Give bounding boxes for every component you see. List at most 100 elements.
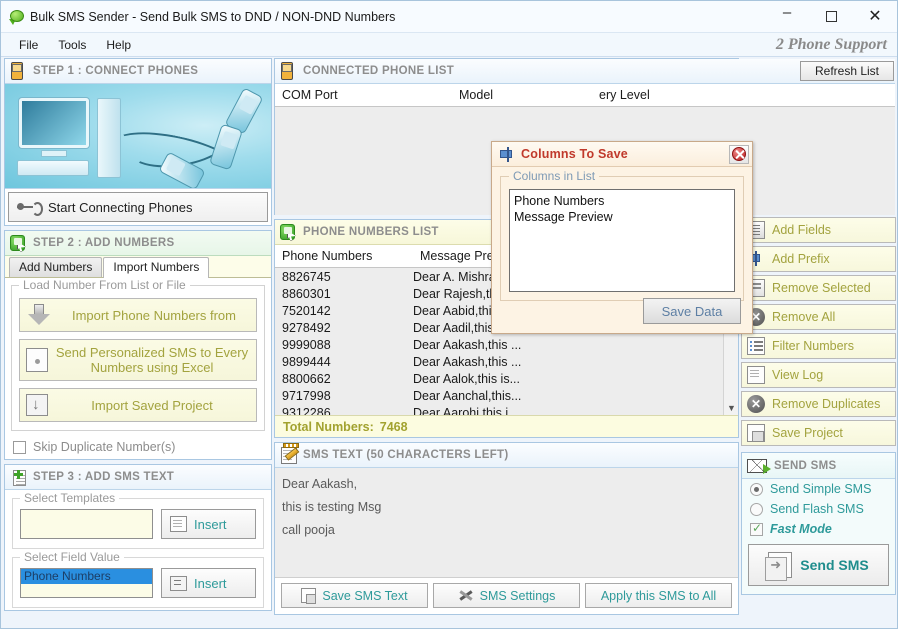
menu-item-tools[interactable]: Tools bbox=[48, 36, 96, 54]
select-templates-legend: Select Templates bbox=[20, 491, 120, 505]
button-label: Remove Duplicates bbox=[772, 397, 881, 411]
sms-settings-label: SMS Settings bbox=[479, 588, 556, 603]
maximize-icon bbox=[825, 10, 837, 22]
phone-numbers-list-title: PHONE NUMBERS LIST bbox=[303, 226, 439, 238]
right-column: Add Fields Add Prefix Remove Selected ✕ Remo… bbox=[741, 58, 896, 595]
view-log-button[interactable]: View Log bbox=[741, 362, 896, 388]
insert-template-icon bbox=[170, 516, 187, 532]
sms-settings-button[interactable]: SMS Settings bbox=[433, 583, 580, 608]
fast-mode-label: Fast Mode bbox=[770, 522, 832, 536]
notepad-pencil-icon bbox=[279, 442, 299, 465]
sms-text-line: Dear Aakash, bbox=[282, 477, 358, 491]
save-data-button[interactable]: Save Data bbox=[643, 298, 741, 324]
send-sms-title: SEND SMS bbox=[774, 459, 837, 472]
sms-text-area[interactable]: Dear Aakash, this is testing Msg call po… bbox=[275, 468, 738, 578]
insert-template-button[interactable]: Insert bbox=[161, 509, 256, 539]
filter-numbers-button[interactable]: Filter Numbers bbox=[741, 333, 896, 359]
column-phone-numbers[interactable]: Phone Numbers bbox=[275, 249, 413, 263]
brand-label: 2 Phone Support bbox=[775, 35, 887, 53]
start-connecting-phones-button[interactable]: Start Connecting Phones bbox=[8, 192, 268, 222]
sms-text-line: this is testing Msg bbox=[282, 500, 382, 514]
send-flash-sms-option[interactable]: Send Flash SMS bbox=[742, 499, 895, 519]
step1-header: STEP 1 : CONNECT PHONES bbox=[5, 59, 271, 84]
open-project-icon bbox=[26, 394, 48, 416]
fast-mode-checkbox[interactable] bbox=[750, 521, 763, 536]
scroll-down-arrow[interactable]: ▼ bbox=[724, 400, 738, 415]
fast-mode-option[interactable]: Fast Mode bbox=[742, 519, 895, 539]
save-project-button[interactable]: Save Project bbox=[741, 420, 896, 446]
remove-duplicates-icon: ✕ bbox=[747, 395, 765, 413]
load-numbers-legend: Load Number From List or File bbox=[19, 278, 190, 292]
table-row[interactable]: 9312286 Dear Aarohi,this i... bbox=[275, 404, 738, 416]
dialog-close-button[interactable] bbox=[729, 144, 749, 164]
total-numbers-value: 7468 bbox=[379, 419, 408, 434]
cell-phone-number: 9278492 bbox=[282, 320, 331, 335]
maximize-button[interactable] bbox=[809, 1, 853, 32]
close-button[interactable]: ✕ bbox=[853, 1, 897, 32]
add-prefix-button[interactable]: Add Prefix bbox=[741, 246, 896, 272]
cell-phone-number: 8800662 bbox=[282, 371, 331, 386]
send-sms-header: SEND SMS bbox=[742, 453, 895, 479]
green-phone-cursor-icon bbox=[279, 223, 297, 242]
send-sms-button[interactable]: Send SMS bbox=[748, 544, 889, 586]
remove-duplicates-button[interactable]: ✕ Remove Duplicates bbox=[741, 391, 896, 417]
import-phone-numbers-button[interactable]: Import Phone Numbers from bbox=[19, 298, 257, 332]
cell-phone-number: 7520142 bbox=[282, 303, 331, 318]
add-fields-button[interactable]: Add Fields bbox=[741, 217, 896, 243]
import-saved-project-button[interactable]: Import Saved Project bbox=[19, 388, 257, 422]
remove-all-button[interactable]: ✕ Remove All bbox=[741, 304, 896, 330]
save-icon bbox=[301, 588, 317, 604]
cell-message-preview: Dear Aakash,this ... bbox=[413, 354, 522, 369]
send-flash-sms-radio[interactable] bbox=[750, 502, 763, 516]
minimize-icon: – bbox=[782, 3, 792, 21]
import-saved-project-label: Import Saved Project bbox=[91, 397, 213, 413]
tab-add-numbers[interactable]: Add Numbers bbox=[9, 257, 103, 277]
insert-field-button[interactable]: Insert bbox=[161, 568, 256, 598]
menu-item-help[interactable]: Help bbox=[96, 36, 141, 54]
column-model[interactable]: Model bbox=[452, 88, 592, 102]
send-simple-sms-radio[interactable] bbox=[750, 482, 763, 496]
skip-duplicate-row[interactable]: Skip Duplicate Number(s) bbox=[5, 435, 271, 459]
table-row[interactable]: 9999088 Dear Aakash,this ... bbox=[275, 336, 738, 353]
select-field-value-group: Select Field Value Phone Numbers Insert bbox=[12, 550, 264, 608]
import-phone-numbers-label: Import Phone Numbers from bbox=[71, 307, 236, 323]
cell-phone-number: 8826745 bbox=[282, 269, 331, 284]
table-row[interactable]: 9899444 Dear Aakash,this ... bbox=[275, 353, 738, 370]
skip-duplicate-checkbox[interactable] bbox=[13, 440, 26, 454]
template-input[interactable] bbox=[20, 509, 153, 539]
number-tools-buttons: Add Fields Add Prefix Remove Selected ✕ Remo… bbox=[741, 217, 896, 446]
save-sms-text-button[interactable]: Save SMS Text bbox=[281, 583, 428, 608]
list-item[interactable]: Message Preview bbox=[514, 209, 730, 225]
add-document-icon bbox=[9, 468, 27, 487]
tab-import-numbers[interactable]: Import Numbers bbox=[103, 257, 210, 278]
menu-bar: File Tools Help 2 Phone Support bbox=[1, 33, 897, 57]
connected-phone-list-title: CONNECTED PHONE LIST bbox=[303, 65, 455, 77]
table-row[interactable]: 9717998 Dear Aanchal,this... bbox=[275, 387, 738, 404]
send-document-icon bbox=[765, 552, 793, 581]
table-row[interactable]: 8800662 Dear Aalok,this is... bbox=[275, 370, 738, 387]
step3-header: STEP 3 : ADD SMS TEXT bbox=[5, 465, 271, 490]
minimize-button[interactable]: – bbox=[765, 1, 809, 32]
field-value-list[interactable]: Phone Numbers bbox=[20, 568, 153, 598]
cell-message-preview: Dear Aakash,this ... bbox=[413, 337, 522, 352]
send-sms-panel: SEND SMS Send Simple SMS Send Flash SMS … bbox=[741, 452, 896, 595]
save-sms-text-label: Save SMS Text bbox=[322, 588, 408, 603]
skip-duplicate-label: Skip Duplicate Number(s) bbox=[33, 440, 176, 454]
send-flash-sms-label: Send Flash SMS bbox=[770, 502, 864, 516]
cell-phone-number: 8860301 bbox=[282, 286, 331, 301]
mobile-phone-icon bbox=[9, 61, 27, 81]
apply-sms-to-all-button[interactable]: Apply this SMS to All bbox=[585, 583, 732, 608]
send-personalized-sms-button[interactable]: Send Personalized SMS to Every Numbers u… bbox=[19, 339, 257, 381]
step2-header: STEP 2 : ADD NUMBERS bbox=[5, 231, 271, 256]
column-com-port[interactable]: COM Port bbox=[275, 88, 452, 102]
field-value-selected-item[interactable]: Phone Numbers bbox=[21, 569, 152, 584]
columns-list[interactable]: Phone Numbers Message Preview bbox=[509, 189, 735, 292]
connect-illustration bbox=[5, 84, 271, 189]
menu-item-file[interactable]: File bbox=[9, 36, 48, 54]
select-field-value-legend: Select Field Value bbox=[20, 550, 124, 564]
cell-message-preview: Dear Aanchal,this... bbox=[413, 388, 522, 403]
send-simple-sms-option[interactable]: Send Simple SMS bbox=[742, 479, 895, 499]
list-item[interactable]: Phone Numbers bbox=[514, 193, 730, 209]
cell-message-preview: Dear Aalok,this is... bbox=[413, 371, 520, 386]
remove-selected-button[interactable]: Remove Selected bbox=[741, 275, 896, 301]
